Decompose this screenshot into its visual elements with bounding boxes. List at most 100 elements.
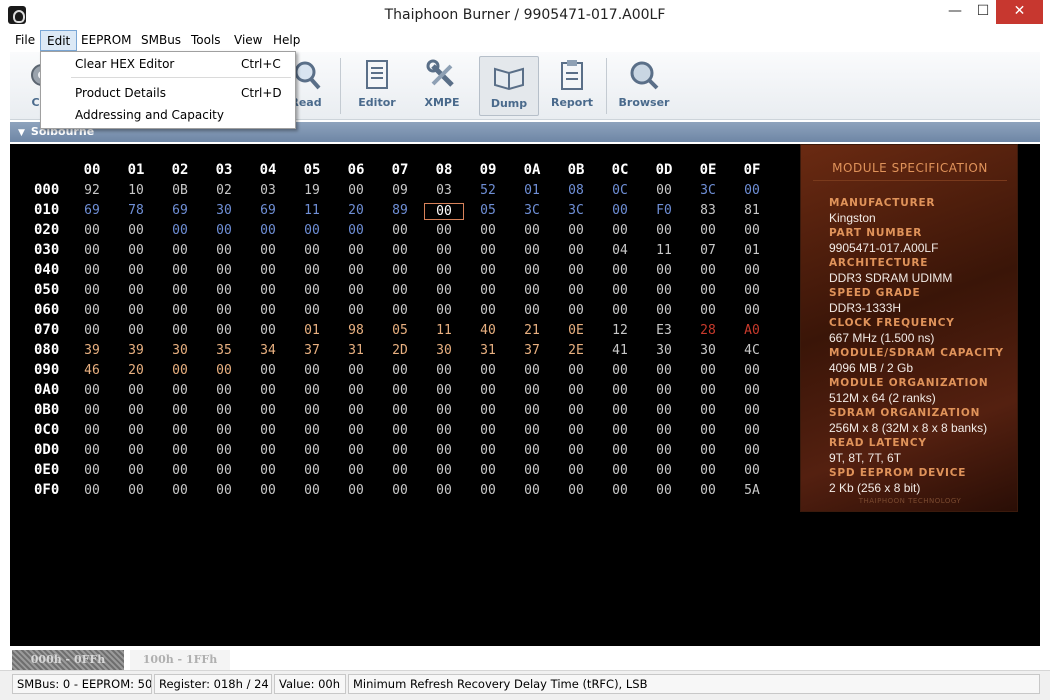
hex-cell[interactable]: 00 bbox=[116, 243, 156, 258]
hex-cell[interactable]: 78 bbox=[116, 203, 156, 218]
hex-cell[interactable]: 00 bbox=[732, 263, 772, 278]
hex-cell[interactable]: 00 bbox=[248, 383, 288, 398]
hex-cell[interactable]: 00 bbox=[600, 383, 640, 398]
hex-cell[interactable]: 00 bbox=[336, 303, 376, 318]
hex-cell[interactable]: 83 bbox=[688, 203, 728, 218]
hex-cell[interactable]: 00 bbox=[160, 243, 200, 258]
hex-cell[interactable]: 00 bbox=[688, 423, 728, 438]
menu-file[interactable]: File bbox=[9, 30, 41, 51]
hex-cell[interactable]: 00 bbox=[688, 263, 728, 278]
hex-cell[interactable]: 00 bbox=[248, 463, 288, 478]
hex-cell[interactable]: 00 bbox=[468, 283, 508, 298]
hex-cell[interactable]: 00 bbox=[292, 223, 332, 238]
hex-cell[interactable]: 07 bbox=[688, 243, 728, 258]
hex-cell[interactable]: 00 bbox=[688, 483, 728, 498]
hex-cell[interactable]: 11 bbox=[292, 203, 332, 218]
hex-cell[interactable]: 00 bbox=[732, 383, 772, 398]
hex-cell[interactable]: 00 bbox=[204, 423, 244, 438]
dump-button[interactable]: Dump bbox=[479, 56, 539, 116]
hex-cell[interactable]: 01 bbox=[512, 183, 552, 198]
hex-cell[interactable]: 00 bbox=[512, 463, 552, 478]
editor-button[interactable]: Editor bbox=[349, 56, 405, 116]
hex-cell[interactable]: 00 bbox=[468, 403, 508, 418]
hex-cell[interactable]: 00 bbox=[72, 383, 112, 398]
hex-cell[interactable]: 00 bbox=[116, 403, 156, 418]
hex-cell[interactable]: 00 bbox=[72, 463, 112, 478]
hex-cell[interactable]: 00 bbox=[644, 403, 684, 418]
hex-cell[interactable]: 00 bbox=[248, 403, 288, 418]
hex-cell[interactable]: 00 bbox=[556, 363, 596, 378]
hex-cell[interactable]: 00 bbox=[380, 383, 420, 398]
hex-cell[interactable]: 52 bbox=[468, 183, 508, 198]
hex-cell[interactable]: 00 bbox=[204, 243, 244, 258]
hex-cell[interactable]: 00 bbox=[160, 383, 200, 398]
close-button[interactable]: ✕ bbox=[996, 0, 1043, 24]
hex-cell[interactable]: 00 bbox=[160, 423, 200, 438]
hex-cell[interactable]: 00 bbox=[292, 263, 332, 278]
hex-cell[interactable]: 00 bbox=[292, 423, 332, 438]
hex-cell[interactable]: 00 bbox=[72, 303, 112, 318]
hex-cell[interactable]: 00 bbox=[512, 383, 552, 398]
hex-cell[interactable]: 00 bbox=[336, 423, 376, 438]
hex-cell[interactable]: 00 bbox=[292, 483, 332, 498]
hex-cell[interactable]: 00 bbox=[424, 263, 464, 278]
hex-cell[interactable]: 00 bbox=[512, 483, 552, 498]
hex-cell[interactable]: 00 bbox=[248, 323, 288, 338]
hex-cell[interactable]: 00 bbox=[424, 403, 464, 418]
hex-cell[interactable]: 69 bbox=[248, 203, 288, 218]
hex-cell[interactable]: 35 bbox=[204, 343, 244, 358]
hex-cell[interactable]: 39 bbox=[116, 343, 156, 358]
hex-cell[interactable]: 00 bbox=[556, 263, 596, 278]
hex-cell[interactable]: 00 bbox=[512, 243, 552, 258]
hex-cell[interactable]: 00 bbox=[248, 363, 288, 378]
hex-cell[interactable]: 00 bbox=[468, 443, 508, 458]
menu-eeprom[interactable]: EEPROM bbox=[75, 30, 138, 51]
hex-cell[interactable]: 00 bbox=[732, 303, 772, 318]
hex-cell[interactable]: 00 bbox=[116, 483, 156, 498]
hex-cell[interactable]: 30 bbox=[204, 203, 244, 218]
hex-cell[interactable]: 98 bbox=[336, 323, 376, 338]
hex-cell[interactable]: 00 bbox=[644, 223, 684, 238]
hex-cell[interactable]: 00 bbox=[72, 423, 112, 438]
report-button[interactable]: Report bbox=[544, 56, 600, 116]
hex-cell[interactable]: 00 bbox=[468, 263, 508, 278]
hex-cell[interactable]: 31 bbox=[468, 343, 508, 358]
hex-cell[interactable]: 08 bbox=[556, 183, 596, 198]
hex-cell[interactable]: 00 bbox=[380, 403, 420, 418]
hex-cell[interactable]: 11 bbox=[644, 243, 684, 258]
hex-cell[interactable]: 00 bbox=[424, 243, 464, 258]
hex-cell[interactable]: 00 bbox=[116, 463, 156, 478]
tab-000-0ff[interactable]: 000h - 0FFh bbox=[12, 650, 124, 670]
hex-cell[interactable]: 00 bbox=[380, 423, 420, 438]
hex-cell[interactable]: 00 bbox=[600, 203, 640, 218]
hex-cell[interactable]: 00 bbox=[556, 223, 596, 238]
hex-cell[interactable]: 00 bbox=[116, 283, 156, 298]
hex-cell[interactable]: 00 bbox=[732, 443, 772, 458]
hex-cell[interactable]: 00 bbox=[160, 443, 200, 458]
hex-cell[interactable]: 00 bbox=[600, 303, 640, 318]
hex-cell[interactable]: 00 bbox=[292, 363, 332, 378]
hex-cell[interactable]: 2E bbox=[556, 343, 596, 358]
hex-cell[interactable]: 00 bbox=[116, 443, 156, 458]
collapse-triangle-icon[interactable]: ▼ bbox=[18, 123, 25, 143]
hex-cell[interactable]: 00 bbox=[732, 283, 772, 298]
menu-view[interactable]: View bbox=[228, 30, 268, 51]
hex-cell[interactable]: 00 bbox=[336, 403, 376, 418]
hex-cell[interactable]: 20 bbox=[116, 363, 156, 378]
hex-cell[interactable]: 00 bbox=[600, 463, 640, 478]
hex-cell[interactable]: 00 bbox=[468, 363, 508, 378]
hex-cell[interactable]: 00 bbox=[380, 463, 420, 478]
hex-cell[interactable]: 00 bbox=[468, 243, 508, 258]
menu-item-clear-hex-editor[interactable]: Clear HEX Editor Ctrl+C bbox=[75, 54, 293, 74]
hex-cell[interactable]: 00 bbox=[600, 363, 640, 378]
hex-cell[interactable]: 31 bbox=[336, 343, 376, 358]
hex-cell[interactable]: 00 bbox=[204, 403, 244, 418]
hex-cell[interactable]: 00 bbox=[72, 243, 112, 258]
hex-cell[interactable]: 00 bbox=[248, 303, 288, 318]
hex-cell[interactable]: 00 bbox=[512, 223, 552, 238]
hex-cell[interactable]: 11 bbox=[424, 323, 464, 338]
hex-cell[interactable]: 00 bbox=[556, 423, 596, 438]
hex-cell[interactable]: 00 bbox=[556, 283, 596, 298]
hex-cell[interactable]: 00 bbox=[72, 263, 112, 278]
hex-cell[interactable]: 00 bbox=[644, 303, 684, 318]
